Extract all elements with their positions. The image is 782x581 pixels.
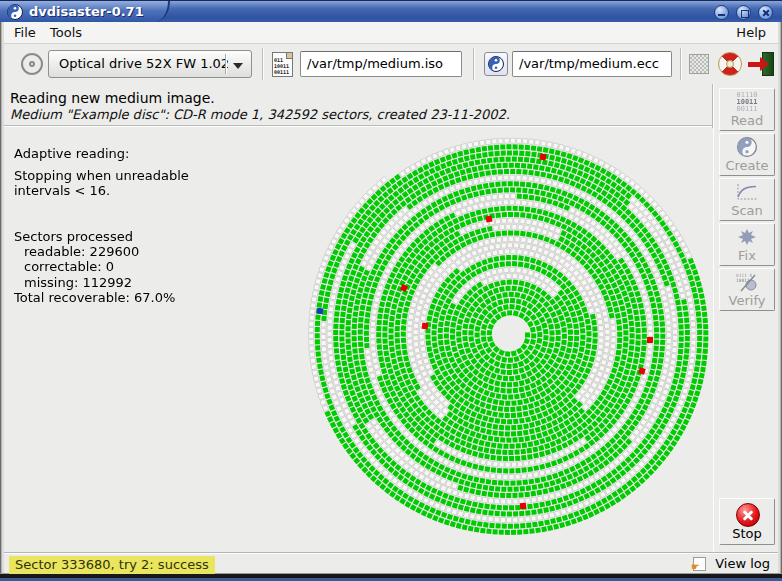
sectors-processed-block: Sectors processed readable: 229600 corre…: [14, 229, 175, 305]
iso-file-icon: 0111001100111: [272, 52, 293, 77]
create-button[interactable]: Create: [719, 133, 775, 176]
quit-icon[interactable]: [748, 52, 774, 76]
ecc-file-icon: [484, 52, 508, 76]
help-lifebelt-icon[interactable]: [718, 52, 742, 76]
maximize-button[interactable]: [736, 5, 751, 20]
window-title: dvdisaster-0.71: [29, 4, 144, 19]
preferences-icon[interactable]: [689, 54, 709, 74]
scan-icon: [720, 182, 774, 202]
verify-icon: 0111 0 10011: [720, 272, 774, 292]
status-bar: Sector 333680, try 2: success ☛ View log: [4, 552, 778, 573]
fix-button[interactable]: Fix: [719, 223, 775, 266]
view-log-button[interactable]: View log: [715, 556, 770, 571]
drive-icon: [21, 53, 43, 75]
app-icon: [7, 4, 23, 20]
create-icon: [720, 137, 774, 157]
stop-button[interactable]: Stop: [719, 498, 775, 545]
stop-icon: [736, 503, 760, 527]
menu-tools[interactable]: Tools: [46, 25, 86, 40]
ecc-file-input[interactable]: /var/tmp/medium.ecc: [512, 51, 672, 77]
status-message: Sector 333680, try 2: success: [9, 556, 215, 574]
scan-button[interactable]: Scan: [719, 178, 775, 221]
verify-button[interactable]: 0111 0 10011 Verify: [719, 268, 775, 311]
drive-select-value: Optical drive 52X FW 1.02: [59, 56, 229, 71]
read-button[interactable]: 011101001100111 Read: [719, 88, 775, 131]
toolbar: Optical drive 52X FW 1.02 0111001100111 …: [4, 44, 778, 84]
menu-bar: File Tools Help: [4, 22, 778, 44]
status-heading: Reading new medium image.: [10, 90, 215, 106]
stopping-label: Stopping when unreadable intervals < 16.: [14, 168, 189, 198]
title-bar[interactable]: dvdisaster-0.71: [0, 0, 782, 22]
fix-icon: [720, 227, 774, 247]
adaptive-reading-label: Adaptive reading:: [14, 146, 129, 161]
minimize-button[interactable]: [714, 5, 729, 20]
iso-file-input[interactable]: /var/tmp/medium.iso: [300, 51, 462, 77]
combo-arrow-icon: [233, 63, 243, 69]
medium-info: Medium "Example disc": CD-R mode 1, 3425…: [10, 107, 510, 122]
separator: [4, 125, 713, 127]
close-button[interactable]: [758, 5, 773, 20]
read-icon: 011101001100111: [720, 92, 774, 113]
drive-select[interactable]: Optical drive 52X FW 1.02: [48, 50, 252, 78]
menu-help[interactable]: Help: [732, 25, 770, 40]
view-log-icon: ☛: [693, 557, 706, 571]
menu-file[interactable]: File: [10, 25, 40, 40]
